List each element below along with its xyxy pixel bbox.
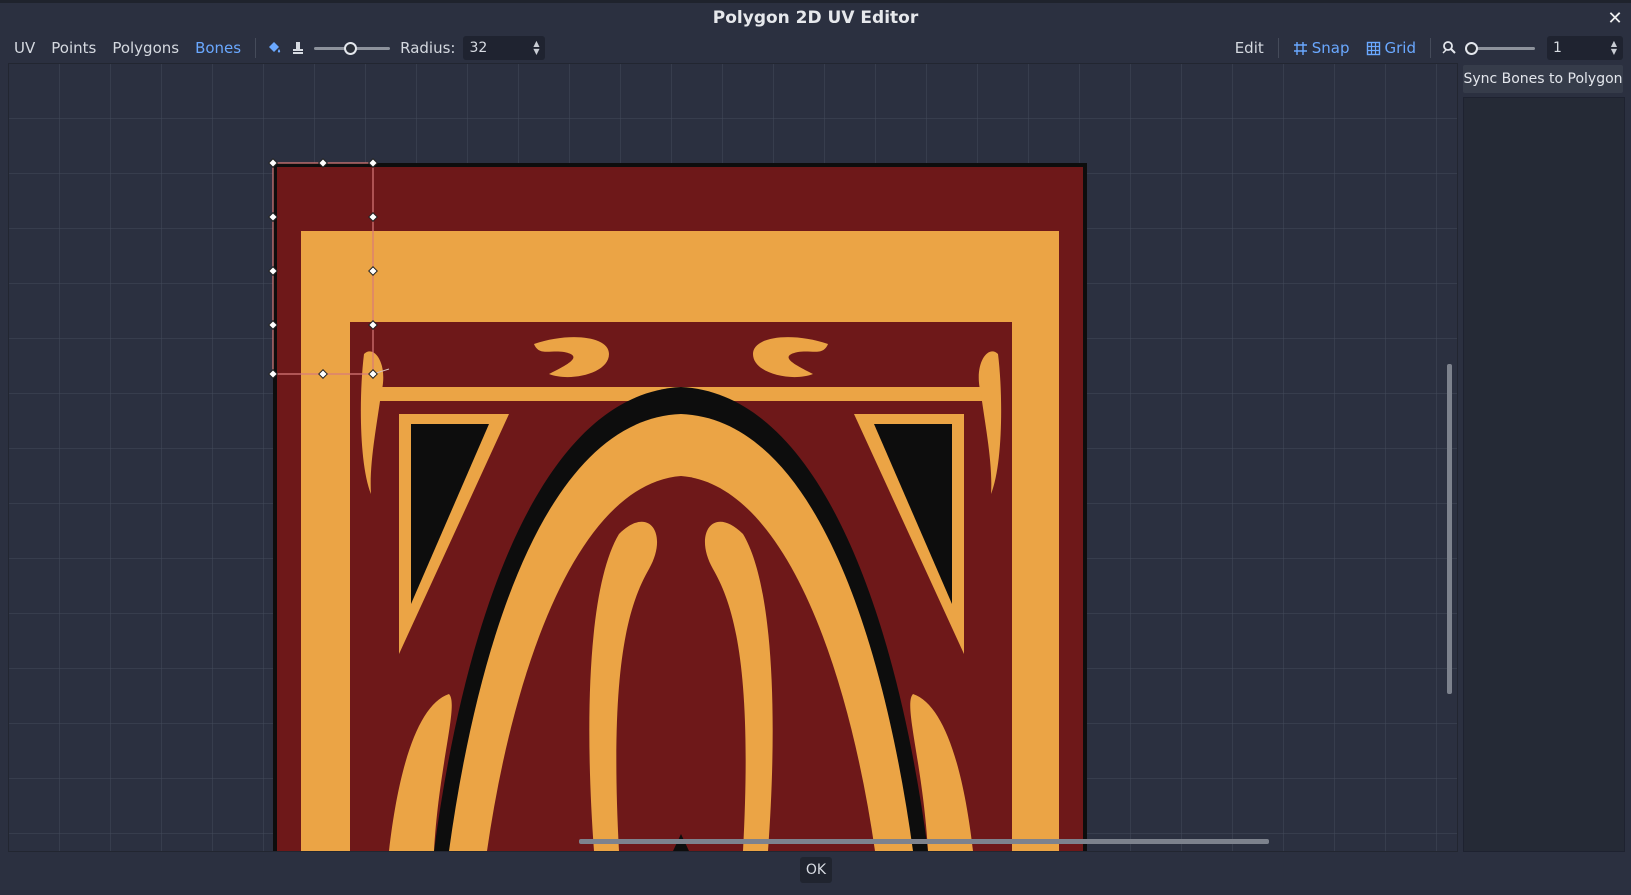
toolbar-divider bbox=[255, 38, 257, 58]
zoom-input[interactable] bbox=[1547, 40, 1605, 56]
brush-icon[interactable] bbox=[286, 35, 310, 61]
toolbar-divider bbox=[1430, 38, 1431, 58]
snap-label: Snap bbox=[1311, 39, 1350, 57]
bones-panel: Sync Bones to Polygon bbox=[1462, 63, 1626, 852]
edit-menu[interactable]: Edit bbox=[1227, 35, 1272, 61]
window-title: Polygon 2D UV Editor bbox=[712, 8, 919, 28]
uv-canvas[interactable] bbox=[9, 64, 1457, 851]
radius-stepper[interactable]: ▲ ▼ bbox=[527, 36, 545, 60]
tab-uv[interactable]: UV bbox=[6, 35, 43, 61]
paint-bucket-icon[interactable] bbox=[262, 35, 286, 61]
vertical-scrollbar[interactable] bbox=[1447, 364, 1452, 694]
tab-bones[interactable]: Bones bbox=[187, 35, 249, 61]
grid-label: Grid bbox=[1384, 39, 1416, 57]
sync-bones-button[interactable]: Sync Bones to Polygon bbox=[1463, 65, 1623, 93]
brush-opacity-slider[interactable] bbox=[314, 35, 391, 61]
tab-points[interactable]: Points bbox=[43, 35, 104, 61]
grid-toggle[interactable]: Grid bbox=[1358, 35, 1424, 61]
radius-input[interactable] bbox=[463, 40, 528, 56]
uv-edit-viewport[interactable] bbox=[8, 63, 1458, 852]
window-titlebar: Polygon 2D UV Editor ✕ bbox=[0, 3, 1631, 33]
toolbar-divider bbox=[1277, 38, 1279, 58]
radius-label: Radius: bbox=[400, 39, 456, 57]
radius-spinbox[interactable]: ▲▼ bbox=[463, 36, 546, 60]
grid-icon bbox=[1366, 41, 1380, 55]
horizontal-scrollbar[interactable] bbox=[579, 839, 1269, 844]
zoom-stepper[interactable]: ▲ ▼ bbox=[1605, 36, 1623, 60]
toolbar: UV Points Polygons Bones Radius: ▲▼ Edit… bbox=[0, 33, 1631, 63]
ok-button[interactable]: OK bbox=[800, 857, 832, 883]
dialog-footer: OK bbox=[0, 852, 1631, 895]
texture-image bbox=[273, 163, 1087, 851]
tab-polygons[interactable]: Polygons bbox=[104, 35, 187, 61]
zoom-slider[interactable] bbox=[1465, 35, 1535, 61]
zoom-spinbox[interactable]: ▲▼ bbox=[1547, 36, 1623, 60]
close-icon[interactable]: ✕ bbox=[1603, 6, 1627, 30]
zoom-reset-icon[interactable] bbox=[1437, 35, 1461, 61]
snap-icon bbox=[1293, 41, 1307, 55]
snap-toggle[interactable]: Snap bbox=[1285, 35, 1358, 61]
bone-weights-list[interactable] bbox=[1463, 97, 1625, 852]
